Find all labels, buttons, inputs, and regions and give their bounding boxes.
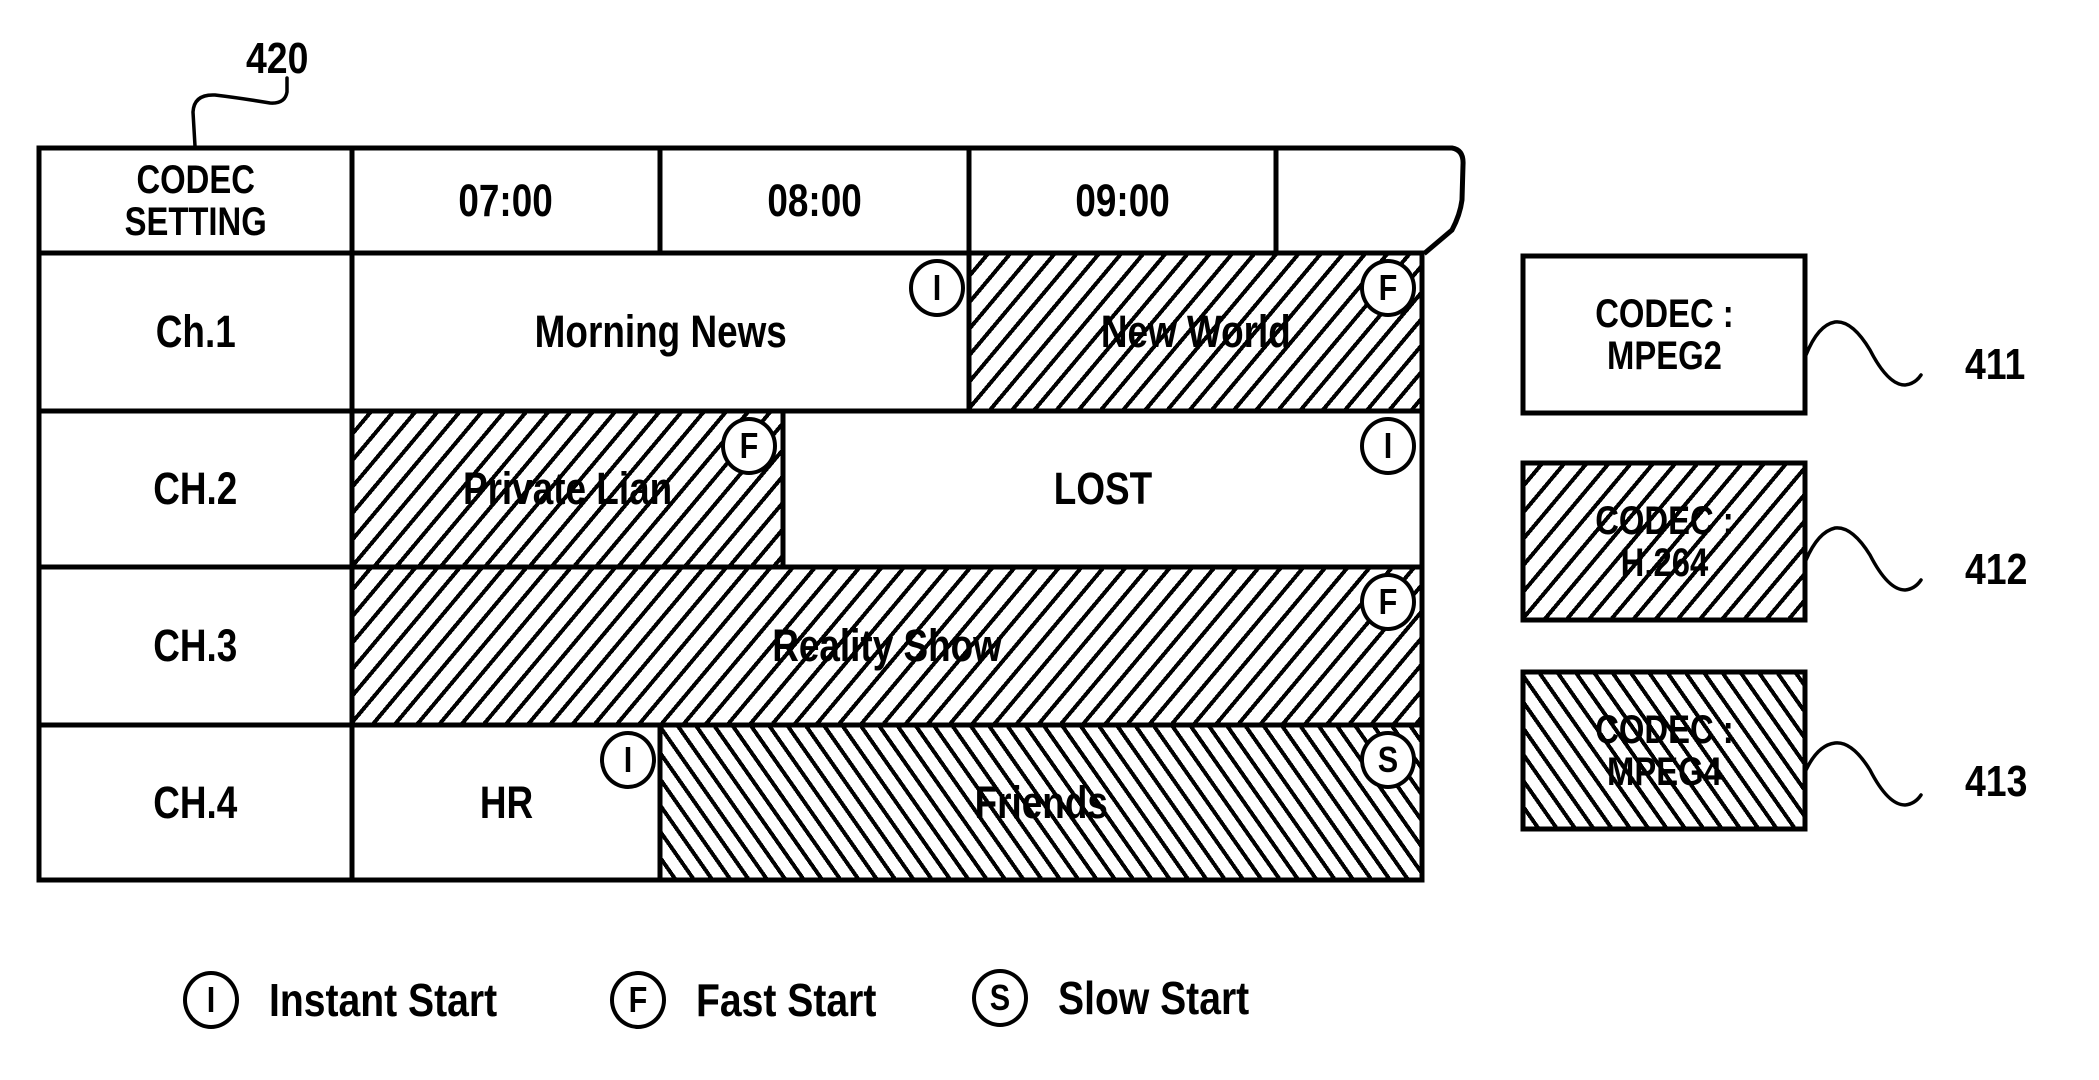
leader-line-420 <box>191 76 289 148</box>
reference-label-413: 413 <box>1965 757 2028 806</box>
reference-label-411: 411 <box>1965 340 2026 389</box>
legend-fast-start: F Fast Start <box>610 970 908 1030</box>
slow-start-icon: S <box>972 969 1028 1027</box>
legend-instant-start: I Instant Start <box>183 970 537 1030</box>
legend-label: Fast Start <box>696 974 877 1026</box>
leader-line-412 <box>1804 526 1923 592</box>
legend-slow-start: S Slow Start <box>972 968 1283 1028</box>
legend-label: Slow Start <box>1058 972 1250 1024</box>
fast-start-icon: F <box>610 971 666 1029</box>
instant-start-icon: I <box>183 971 239 1029</box>
diagram-lines <box>36 76 1923 883</box>
reference-label-412: 412 <box>1965 545 2028 594</box>
reference-label-420: 420 <box>246 34 309 83</box>
codec-box-border <box>1520 460 1808 623</box>
legend-label: Instant Start <box>269 974 498 1026</box>
codec-box-border <box>1520 669 1808 832</box>
header-torn-edge <box>36 145 1466 256</box>
codec-box-border <box>1520 253 1808 416</box>
leader-line-411 <box>1804 320 1923 387</box>
leader-line-413 <box>1804 741 1923 807</box>
